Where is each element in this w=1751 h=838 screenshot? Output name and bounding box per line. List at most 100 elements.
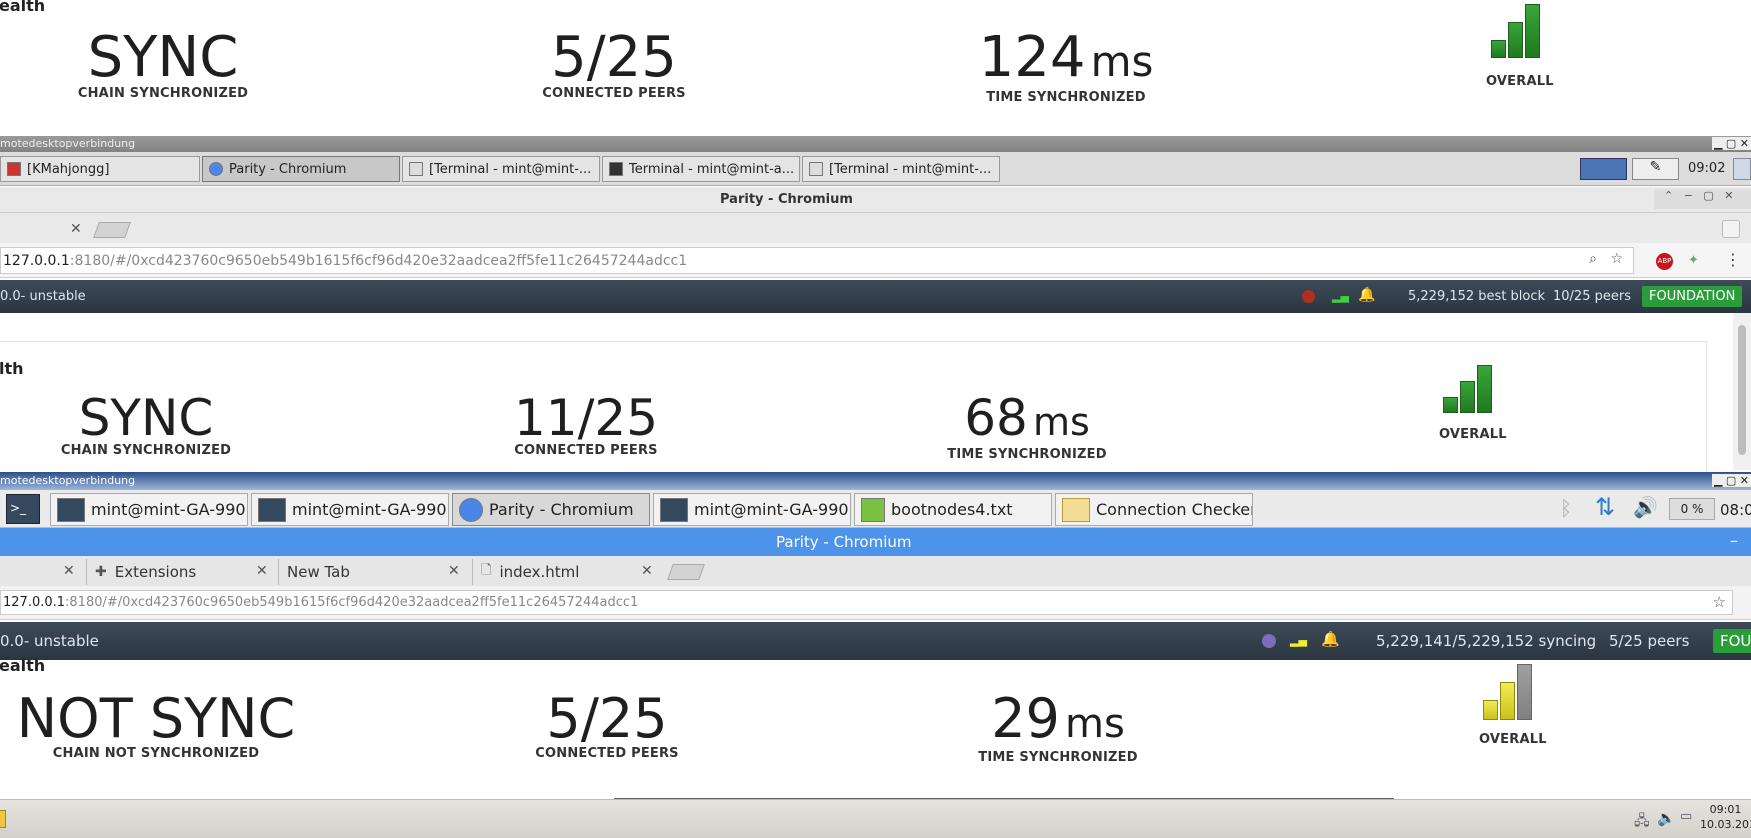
task-terminal-3[interactable]: [Terminal - mint@mint-... xyxy=(802,156,1000,182)
peers-value: 11/25 xyxy=(513,389,659,447)
rd-window-buttons[interactable]: ▁ ▢ ✕ xyxy=(1711,137,1751,150)
tray-notes-icon[interactable]: ✎ xyxy=(1632,158,1679,180)
signal-icon[interactable]: ▂▄ xyxy=(1332,290,1349,303)
sync-value: NOT SYNC xyxy=(16,687,296,750)
url-host: 127.0.0.1 xyxy=(3,595,66,610)
task-terminal-b[interactable]: mint@mint-GA-990F... xyxy=(251,493,449,526)
task-bootnodes[interactable]: bootnodes4.txt xyxy=(854,493,1052,526)
puzzle-icon: ✚ xyxy=(95,564,107,580)
sync-value: SYNC xyxy=(78,389,214,447)
terminal-launcher-icon[interactable]: >_ xyxy=(6,494,40,524)
zoom-icon[interactable]: ⌕ xyxy=(1589,251,1597,267)
minimize-icon[interactable]: – xyxy=(1730,531,1738,550)
task-label: Terminal - mint@mint-a... xyxy=(629,161,795,177)
battery-indicator[interactable]: 0 % xyxy=(1669,498,1715,520)
folder-icon[interactable] xyxy=(0,810,6,828)
taskbar-1: [KMahjongg] Parity - Chromium [Terminal … xyxy=(0,152,1751,186)
close-tab-icon[interactable]: ✕ xyxy=(70,221,82,237)
bluetooth-icon[interactable]: ᛒ xyxy=(1560,496,1572,520)
parity-version: 0.0- unstable xyxy=(0,632,99,650)
peers-caption: CONNECTED PEERS xyxy=(542,86,686,101)
best-block: 5,229,152 best block xyxy=(1408,289,1546,304)
url-path: :8180/#/0xcd423760c9650eb549b1615f6cf96d… xyxy=(65,595,639,610)
menu-icon[interactable]: ⋮ xyxy=(1725,250,1741,269)
folder-icon xyxy=(1062,497,1090,522)
parity-status-bar-2: 0.0- unstable ▂▄ 🔔 5,229,141/5,229,152 s… xyxy=(0,622,1751,660)
adblock-icon[interactable]: ABP xyxy=(1656,253,1673,270)
time-caption: TIME SYNCHRONIZED xyxy=(947,447,1107,462)
time-unit: ms xyxy=(1090,37,1154,86)
foundation-badge[interactable]: FOUNDATION xyxy=(1642,286,1743,307)
close-tab-icon[interactable]: ✕ xyxy=(641,563,653,579)
close-tab-icon[interactable]: ✕ xyxy=(63,563,75,579)
scrollbar[interactable] xyxy=(1733,313,1751,470)
time-status: 68 ms TIME SYNCHRONIZED xyxy=(947,393,1106,462)
task-label: [KMahjongg] xyxy=(27,161,110,177)
network-icon[interactable]: ⇅ xyxy=(1595,493,1615,521)
task-label: Parity - Chromium xyxy=(229,161,347,177)
tray-chromium-icon[interactable] xyxy=(1580,158,1627,180)
task-label: [Terminal - mint@mint-... xyxy=(429,161,592,177)
bookmark-star-icon[interactable]: ☆ xyxy=(1713,593,1726,611)
tray-network-icon[interactable]: 🖧 xyxy=(1634,810,1650,834)
window-controls[interactable]: ⌃ − ▢ ✕ xyxy=(1654,189,1751,209)
signal-icon[interactable]: ▂▄ xyxy=(1290,634,1307,647)
bell-icon[interactable]: 🔔 xyxy=(1358,287,1375,303)
task-terminal-a[interactable]: mint@mint-GA-990F... xyxy=(50,493,248,526)
new-tab-button[interactable] xyxy=(93,222,131,238)
tab-label: index.html xyxy=(499,563,580,581)
clock: 09:01 10.03.2018 xyxy=(1700,802,1751,832)
profile-icon[interactable] xyxy=(1722,220,1740,238)
signal-bar xyxy=(1500,682,1515,720)
close-tab-icon[interactable]: ✕ xyxy=(448,563,460,579)
signal-bar xyxy=(1477,365,1492,413)
tray-tool-icon[interactable] xyxy=(1733,158,1751,180)
tray-misc-icon[interactable]: ▭ xyxy=(1680,809,1692,824)
volume-icon[interactable]: 🔊 xyxy=(1633,495,1658,519)
peers-caption: CONNECTED PEERS xyxy=(514,443,658,458)
tray-volume-icon[interactable]: 🔈 xyxy=(1657,809,1676,827)
parity-logo-icon[interactable] xyxy=(1262,634,1276,648)
tab-index-html[interactable]: 🗋 index.html xyxy=(472,559,658,585)
chromium-icon xyxy=(209,162,223,176)
overall-caption: OVERALL xyxy=(1439,427,1507,442)
task-label: Connection Checker xyxy=(1096,500,1253,519)
panel-heading: lth xyxy=(0,359,24,378)
health-panel-3: ealth NOT SYNC CHAIN NOT SYNCHRONIZED 5/… xyxy=(0,656,1751,800)
signal-bar xyxy=(1508,22,1523,58)
url-field[interactable]: 127.0.0.1:8180/#/0xcd423760c9650eb549b16… xyxy=(0,590,1733,615)
task-kmahjongg[interactable]: [KMahjongg] xyxy=(0,156,200,182)
terminal-icon xyxy=(258,497,286,522)
parity-logo-icon[interactable] xyxy=(1302,290,1315,303)
time-status: 124 ms TIME SYNCHRONIZED xyxy=(979,30,1154,106)
terminal-icon xyxy=(660,497,688,522)
extension-icon[interactable]: ✦ xyxy=(1688,253,1705,270)
kmahjongg-icon xyxy=(7,162,21,176)
peers-caption: CONNECTED PEERS xyxy=(535,746,679,761)
taskbar-clock: 08:0 xyxy=(1720,501,1751,519)
task-terminal-2[interactable]: Terminal - mint@mint-a... xyxy=(602,156,800,182)
file-icon: 🗋 xyxy=(481,563,492,578)
overall-caption: OVERALL xyxy=(1479,732,1547,747)
url-field[interactable]: 127.0.0.1:8180/#/0xcd423760c9650eb549b16… xyxy=(0,247,1634,274)
task-connection-checker[interactable]: Connection Checker xyxy=(1055,493,1253,526)
scrollbar-thumb[interactable] xyxy=(1738,325,1746,455)
new-tab-button[interactable] xyxy=(667,564,705,580)
signal-bar xyxy=(1443,397,1458,413)
rd-window-buttons[interactable]: ▁ ▢ ✕ xyxy=(1711,474,1751,487)
tab-extensions[interactable]: ✚ Extensions xyxy=(86,559,272,585)
bell-icon[interactable]: 🔔 xyxy=(1321,630,1340,648)
peers-value: 5/25 xyxy=(551,25,677,90)
foundation-badge[interactable]: FOUNDA xyxy=(1713,629,1751,653)
task-terminal-c[interactable]: mint@mint-GA-990F... xyxy=(653,493,851,526)
task-parity-chromium[interactable]: Parity - Chromium xyxy=(452,493,650,526)
task-terminal-1[interactable]: [Terminal - mint@mint-... xyxy=(402,156,600,182)
sync-status: SYNC CHAIN SYNCHRONIZED xyxy=(78,30,248,102)
time-unit: ms xyxy=(1032,400,1090,444)
tab-new-tab[interactable]: New Tab xyxy=(278,559,464,585)
window-title: Parity - Chromium xyxy=(720,192,853,207)
bookmark-star-icon[interactable]: ☆ xyxy=(1610,251,1623,267)
task-parity-chromium[interactable]: Parity - Chromium xyxy=(202,156,400,182)
close-tab-icon[interactable]: ✕ xyxy=(256,563,268,579)
chromium-icon xyxy=(459,497,483,522)
